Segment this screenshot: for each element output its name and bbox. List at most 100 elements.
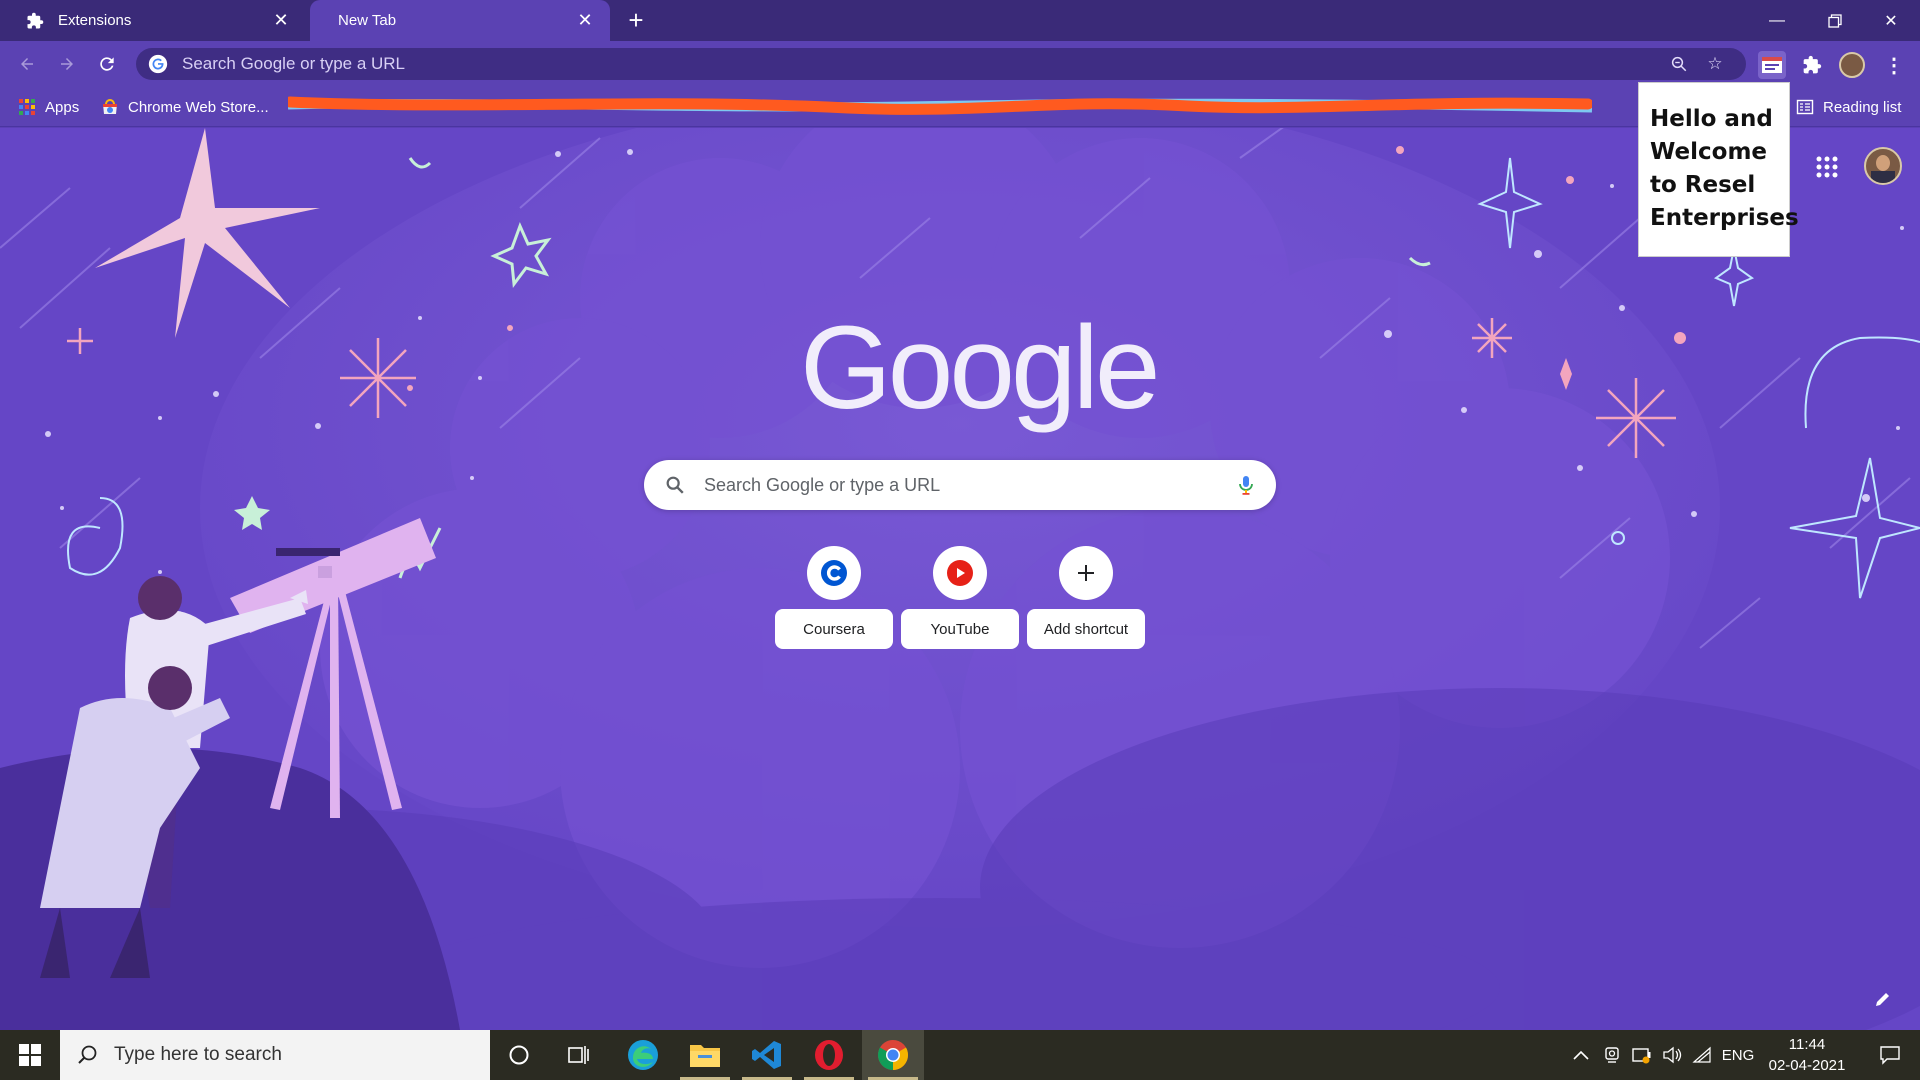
arrow-right-icon (61, 58, 73, 70)
ntp-search-box[interactable]: Search Google or type a URL (644, 460, 1276, 510)
minimize-button[interactable]: — (1748, 0, 1806, 41)
puzzle-icon (1803, 55, 1822, 74)
extension-resel-button[interactable] (1758, 51, 1786, 79)
bookmark-label: Apps (45, 98, 80, 116)
reading-list-button[interactable]: Reading list (1796, 95, 1901, 119)
microphone-icon[interactable] (1234, 473, 1258, 497)
customize-pencil-icon[interactable] (1872, 988, 1894, 1010)
folder-icon (690, 1045, 720, 1067)
puzzle-icon (27, 12, 44, 28)
task-view-icon (568, 1046, 589, 1064)
clock-date: 02-04-2021 (1768, 1057, 1846, 1074)
notification-icon (1880, 1046, 1900, 1065)
shortcut-icon (933, 546, 987, 600)
profile-button[interactable] (1838, 51, 1866, 79)
google-g-icon (148, 54, 168, 74)
bookmark-apps[interactable]: Apps (18, 95, 79, 119)
taskbar-app-opera[interactable] (798, 1030, 860, 1080)
popup-line: to Resel (1650, 172, 1756, 198)
shortcut-icon (807, 546, 861, 600)
windows-icon (19, 1044, 41, 1066)
add-shortcut-button[interactable]: Add shortcut (1027, 546, 1145, 658)
apps-grid-icon (19, 99, 35, 115)
new-tab-page: Google Search Google or type a URL Cours… (0, 128, 1920, 1030)
network-button[interactable] (1688, 1030, 1716, 1080)
extension-popup: Hello and Welcome to Resel Enterprises (1638, 82, 1799, 257)
shortcut-label: Add shortcut (1027, 609, 1145, 649)
close-icon[interactable]: ✕ (270, 10, 292, 32)
back-button[interactable] (13, 50, 41, 78)
tab-label: New Tab (338, 12, 397, 29)
zoom-icon[interactable] (1668, 53, 1690, 75)
toolbar: Search Google or type a URL ☆ ⋮ (0, 41, 1920, 87)
popup-line: Hello and (1650, 106, 1773, 132)
account-avatar[interactable] (1864, 147, 1902, 185)
extension-icon (1762, 57, 1782, 73)
notifications-button[interactable] (1862, 1030, 1918, 1080)
new-tab-button[interactable]: + (622, 7, 650, 34)
start-button[interactable] (0, 1030, 60, 1080)
chrome-web-store-icon (103, 99, 117, 114)
close-icon[interactable]: ✕ (574, 10, 596, 32)
taskbar-app-vscode[interactable] (736, 1030, 798, 1080)
taskbar-search[interactable]: Type here to search (60, 1030, 490, 1080)
avatar (1839, 52, 1865, 78)
taskbar-app-edge[interactable] (612, 1030, 674, 1080)
tab-new-tab[interactable]: New Tab ✕ (310, 0, 610, 41)
shortcut-label: YouTube (901, 609, 1019, 649)
youtube-icon (947, 560, 973, 586)
webcam-icon (1605, 1047, 1619, 1063)
popup-line: Enterprises (1650, 205, 1799, 231)
tab-strip: Extensions ✕ New Tab ✕ + — ✕ (0, 0, 1920, 41)
meet-now-button[interactable] (1598, 1030, 1626, 1080)
bookmark-label: Chrome Web Store... (128, 98, 269, 116)
clock-time: 11:44 (1788, 1036, 1826, 1053)
edge-icon (628, 1040, 658, 1070)
extensions-button[interactable] (1798, 51, 1826, 79)
cortana-button[interactable] (488, 1030, 550, 1080)
clock[interactable]: 11:44 02-04-2021 (1752, 1034, 1862, 1076)
search-placeholder: Search Google or type a URL (704, 474, 941, 495)
shortcut-youtube[interactable]: YouTube (901, 546, 1019, 658)
taskbar: Type here to search ENG 11:44 02-04-2021 (0, 1030, 1920, 1080)
tab-extensions[interactable]: Extensions ✕ (8, 0, 306, 41)
volume-button[interactable] (1658, 1030, 1686, 1080)
tab-label: Extensions (58, 12, 132, 29)
vscode-icon (752, 1041, 781, 1069)
speaker-icon (1663, 1046, 1682, 1064)
shortcut-label: Coursera (775, 609, 893, 649)
chevron-up-icon (1573, 1050, 1589, 1060)
restore-button[interactable] (1806, 0, 1864, 41)
task-view-button[interactable] (548, 1030, 610, 1080)
bookmark-star-icon[interactable]: ☆ (1704, 53, 1726, 75)
taskbar-app-file-explorer[interactable] (674, 1030, 736, 1080)
shortcut-coursera[interactable]: Coursera (775, 546, 893, 658)
search-icon (78, 1045, 97, 1064)
battery-button[interactable] (1628, 1030, 1656, 1080)
reload-button[interactable] (93, 50, 121, 78)
cortana-circle-icon (509, 1045, 529, 1065)
taskbar-app-chrome[interactable] (862, 1030, 924, 1080)
close-window-button[interactable]: ✕ (1862, 0, 1920, 41)
omnibox[interactable]: Search Google or type a URL ☆ (136, 48, 1746, 80)
show-hidden-icons-button[interactable] (1568, 1030, 1594, 1080)
omnibox-placeholder: Search Google or type a URL (182, 54, 406, 73)
search-icon (666, 476, 684, 494)
restore-icon (1828, 13, 1842, 28)
google-logo: Google (800, 302, 1161, 434)
shortcut-icon (1059, 546, 1113, 600)
forward-button[interactable] (53, 50, 81, 78)
coursera-icon (821, 560, 847, 586)
google-apps-icon[interactable] (1814, 154, 1840, 180)
bookmark-chrome-web-store[interactable]: Chrome Web Store... (101, 95, 269, 119)
popup-line: Welcome (1650, 139, 1768, 165)
plus-icon (1078, 565, 1094, 581)
redaction-scribble (288, 96, 1592, 115)
menu-button[interactable]: ⋮ (1880, 51, 1908, 79)
reload-icon (100, 57, 114, 71)
opera-icon (815, 1040, 843, 1070)
reading-list-icon (1796, 99, 1814, 115)
taskbar-search-placeholder: Type here to search (114, 1044, 282, 1065)
wifi-icon (1692, 1046, 1711, 1063)
battery-warning-icon (1632, 1048, 1651, 1064)
